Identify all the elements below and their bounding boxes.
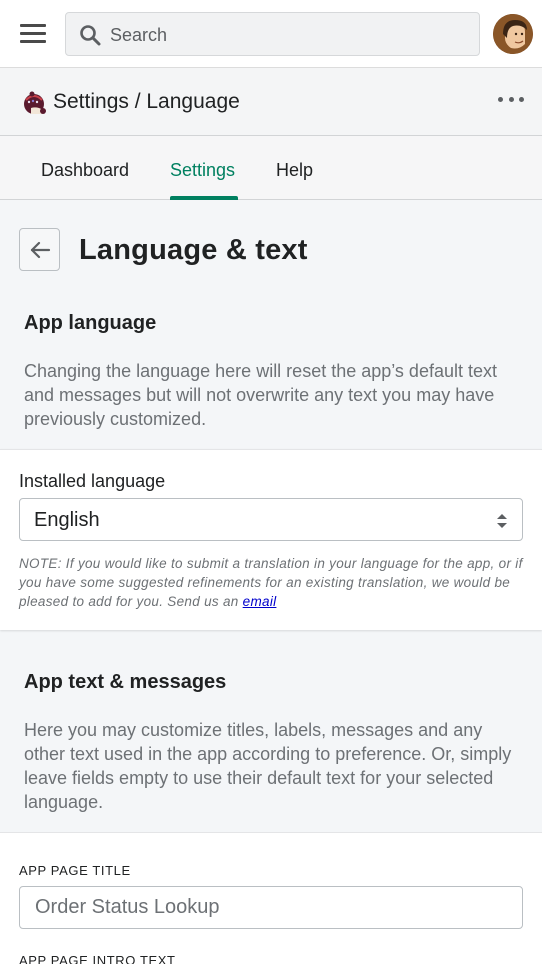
page-title: Language & text <box>79 234 308 266</box>
search-placeholder: Search <box>110 25 168 45</box>
tab-dashboard[interactable]: Dashboard <box>41 160 129 181</box>
email-link[interactable]: email <box>243 594 277 609</box>
selected-language: English <box>34 509 100 531</box>
installed-language-select[interactable]: English <box>19 498 523 541</box>
more-horizontal-icon[interactable] <box>498 92 524 106</box>
arrow-left-icon <box>30 241 51 259</box>
installed-language-label: Installed language <box>19 471 166 491</box>
back-button[interactable] <box>19 228 60 271</box>
app-logo-icon <box>24 91 46 114</box>
installed-language-card: Installed language English NOTE: If you … <box>0 449 542 630</box>
app-text-heading: App text & messages <box>24 671 227 693</box>
page-header: Settings / Language <box>0 68 542 136</box>
app-text-fields-card: APP PAGE TITLE APP PAGE INTRO TEXT <box>0 832 542 964</box>
translation-note: NOTE: If you would like to submit a tran… <box>19 554 524 611</box>
user-avatar[interactable] <box>493 14 533 54</box>
select-arrows-icon <box>497 514 507 528</box>
top-bar: Search <box>0 0 542 68</box>
app-page-intro-text-label: APP PAGE INTRO TEXT <box>19 953 176 964</box>
tab-settings[interactable]: Settings <box>170 160 235 181</box>
app-language-description: Changing the language here will reset th… <box>24 361 497 429</box>
active-tab-indicator <box>170 196 238 200</box>
breadcrumb: Settings / Language <box>53 90 240 113</box>
tab-help[interactable]: Help <box>276 160 313 181</box>
app-page-title-label: APP PAGE TITLE <box>19 863 131 878</box>
hamburger-menu-icon[interactable] <box>20 22 46 44</box>
app-text-description: Here you may customize titles, labels, m… <box>24 720 512 812</box>
app-language-heading: App language <box>24 312 157 334</box>
nav-tabs: Dashboard Settings Help <box>0 136 542 200</box>
search-input[interactable]: Search <box>65 12 480 56</box>
app-page-title-input[interactable] <box>20 887 522 928</box>
app-page-title-field[interactable] <box>19 886 523 929</box>
search-icon <box>80 25 101 46</box>
